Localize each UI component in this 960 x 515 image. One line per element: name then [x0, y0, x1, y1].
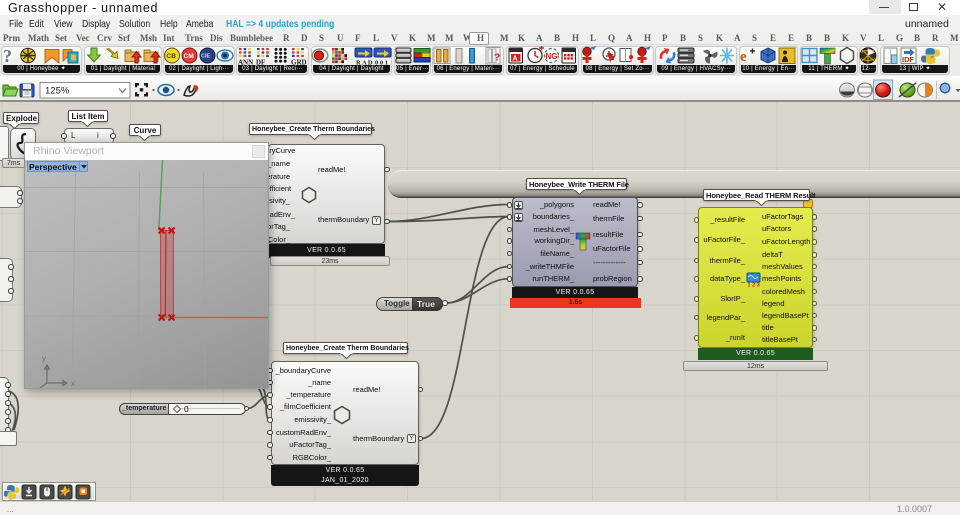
svg-text:?: ?: [494, 53, 500, 64]
svg-text:CIE: CIE: [201, 54, 211, 60]
svg-text:IDF: IDF: [902, 55, 915, 64]
svg-text:A: A: [513, 56, 518, 63]
svg-text:e: e: [740, 49, 747, 65]
svg-text:125%: 125%: [45, 86, 70, 97]
svg-text:?: ?: [3, 46, 12, 66]
svg-text:ANN: ANN: [238, 59, 253, 67]
svg-text:CB: CB: [167, 53, 177, 60]
svg-text:0 0 1: 0 0 1: [375, 60, 388, 67]
svg-text:z: z: [37, 387, 41, 388]
svg-text:y: y: [42, 354, 46, 363]
svg-text:CM: CM: [184, 53, 194, 60]
svg-text:R A D: R A D: [356, 60, 373, 67]
svg-text:x: x: [71, 379, 75, 388]
svg-text:GRD: GRD: [291, 59, 307, 67]
svg-text:1 2 3: 1 2 3: [748, 283, 760, 288]
svg-text:DF: DF: [256, 59, 265, 67]
svg-text:NG: NG: [546, 52, 558, 61]
